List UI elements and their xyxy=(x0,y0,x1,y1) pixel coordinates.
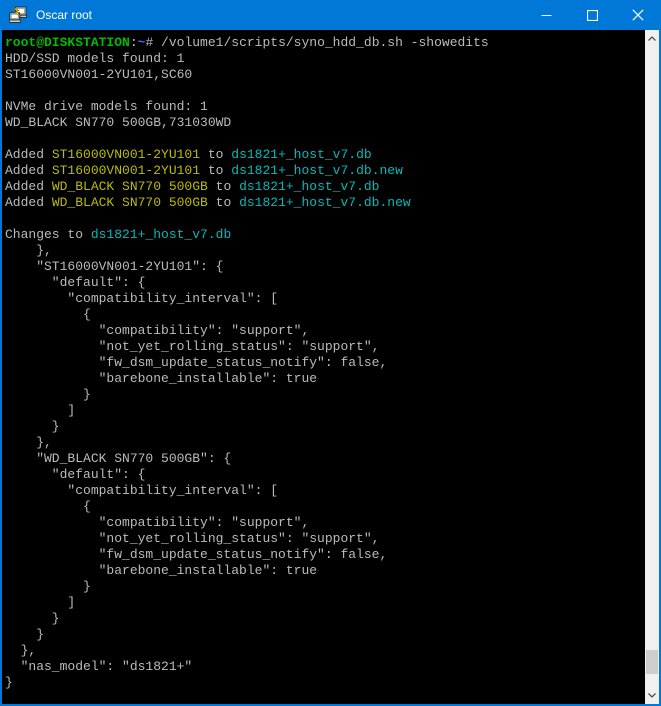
terminal-line: HDD/SSD models found: 1 xyxy=(5,51,645,67)
terminal-line: ST16000VN001-2YU101,SC60 xyxy=(5,67,645,83)
minimize-icon xyxy=(541,10,552,21)
terminal-line: "barebone_installable": true xyxy=(5,563,645,579)
minimize-button[interactable] xyxy=(523,0,569,30)
putty-icon[interactable] xyxy=(9,6,27,24)
scroll-up-button[interactable] xyxy=(645,30,659,47)
terminal-line: } xyxy=(5,579,645,595)
terminal-line: "fw_dsm_update_status_notify": false, xyxy=(5,355,645,371)
terminal-line: "compatibility": "support", xyxy=(5,323,645,339)
terminal-line: "fw_dsm_update_status_notify": false, xyxy=(5,547,645,563)
terminal-line: Added ST16000VN001-2YU101 to ds1821+_hos… xyxy=(5,163,645,179)
terminal-line: }, xyxy=(5,243,645,259)
terminal-line: "nas_model": "ds1821+" xyxy=(5,659,645,675)
terminal-line: "ST16000VN001-2YU101": { xyxy=(5,259,645,275)
putty-window: Oscar root root@DISKSTATION:~# /volume1 xyxy=(0,0,661,706)
scroll-down-button[interactable] xyxy=(645,687,659,704)
terminal-line: root@DISKSTATION:~# /volume1/scripts/syn… xyxy=(5,35,645,51)
terminal-line: } xyxy=(5,419,645,435)
terminal-line: } xyxy=(5,675,645,691)
terminal-line: "WD_BLACK SN770 500GB": { xyxy=(5,451,645,467)
terminal-line: "not_yet_rolling_status": "support", xyxy=(5,339,645,355)
terminal-line: ] xyxy=(5,403,645,419)
terminal-line: WD_BLACK SN770 500GB,731030WD xyxy=(5,115,645,131)
terminal-line: } xyxy=(5,627,645,643)
terminal-line: Added WD_BLACK SN770 500GB to ds1821+_ho… xyxy=(5,195,645,211)
terminal-line xyxy=(5,211,645,227)
titlebar[interactable]: Oscar root xyxy=(0,0,661,30)
terminal-line: "compatibility": "support", xyxy=(5,515,645,531)
maximize-icon xyxy=(587,10,598,21)
window-controls xyxy=(523,0,661,30)
terminal-output[interactable]: root@DISKSTATION:~# /volume1/scripts/syn… xyxy=(2,30,645,704)
terminal-line: } xyxy=(5,611,645,627)
chevron-up-icon xyxy=(648,36,656,41)
terminal-line: }, xyxy=(5,435,645,451)
terminal-line xyxy=(5,131,645,147)
terminal-line: { xyxy=(5,307,645,323)
terminal-line: "default": { xyxy=(5,275,645,291)
window-title: Oscar root xyxy=(36,8,523,22)
terminal-line: { xyxy=(5,499,645,515)
maximize-button[interactable] xyxy=(569,0,615,30)
close-icon xyxy=(632,9,644,21)
terminal-line: "barebone_installable": true xyxy=(5,371,645,387)
terminal-line: NVMe drive models found: 1 xyxy=(5,99,645,115)
close-button[interactable] xyxy=(615,0,661,30)
terminal-line: "not_yet_rolling_status": "support", xyxy=(5,531,645,547)
chevron-down-icon xyxy=(648,693,656,698)
terminal-line: "compatibility_interval": [ xyxy=(5,483,645,499)
terminal-line: Added ST16000VN001-2YU101 to ds1821+_hos… xyxy=(5,147,645,163)
terminal-line: } xyxy=(5,387,645,403)
scrollbar[interactable] xyxy=(645,30,659,704)
scrollbar-thumb[interactable] xyxy=(646,650,658,674)
terminal-line: }, xyxy=(5,643,645,659)
terminal-line: Changes to ds1821+_host_v7.db xyxy=(5,227,645,243)
terminal-line: ] xyxy=(5,595,645,611)
terminal-line: "compatibility_interval": [ xyxy=(5,291,645,307)
terminal-line: Added WD_BLACK SN770 500GB to ds1821+_ho… xyxy=(5,179,645,195)
terminal-line xyxy=(5,83,645,99)
window-content: root@DISKSTATION:~# /volume1/scripts/syn… xyxy=(2,30,659,704)
terminal-line: "default": { xyxy=(5,467,645,483)
